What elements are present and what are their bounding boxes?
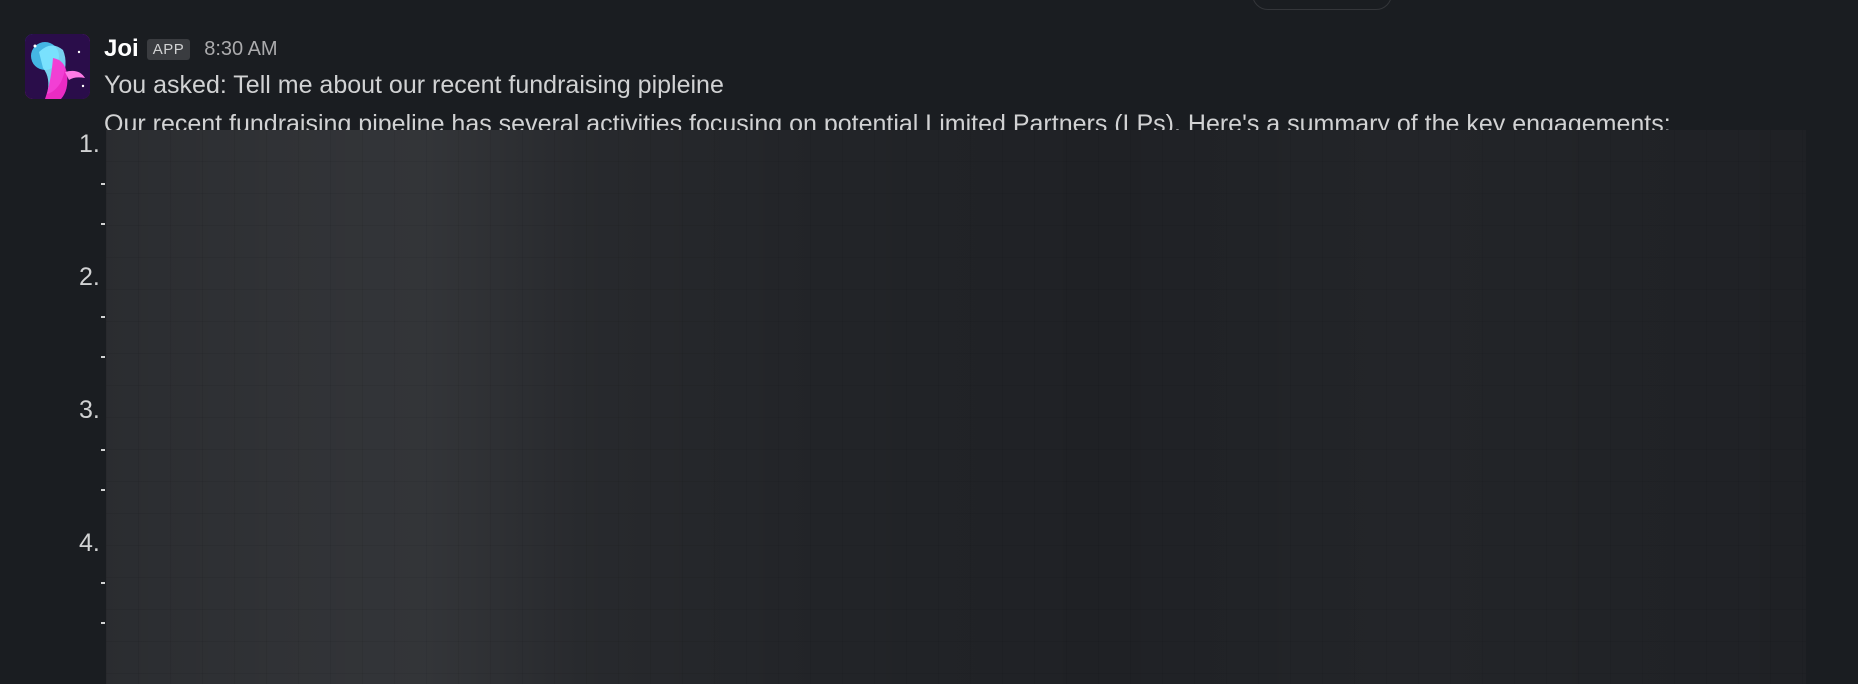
bullet-dash bbox=[101, 356, 105, 358]
bullet-dash bbox=[101, 449, 105, 451]
bullet-dash bbox=[101, 316, 105, 318]
bullet-dash bbox=[101, 223, 105, 225]
list-item: 2. bbox=[79, 263, 1779, 396]
avatar-image bbox=[25, 34, 90, 99]
message-header: Joi APP 8:30 AM bbox=[104, 34, 278, 64]
date-divider-pill[interactable] bbox=[1252, 0, 1392, 10]
list-number: 2. bbox=[79, 263, 100, 291]
list-number: 4. bbox=[79, 529, 100, 557]
engagement-list: 1. 2. 3. 4. bbox=[79, 130, 1779, 684]
list-number: 3. bbox=[79, 396, 100, 424]
app-badge: APP bbox=[146, 38, 191, 60]
bullet-dash bbox=[101, 622, 105, 624]
list-item: 3. bbox=[79, 396, 1779, 529]
list-item: 4. bbox=[79, 529, 1779, 662]
bullet-dash bbox=[101, 582, 105, 584]
message-timestamp[interactable]: 8:30 AM bbox=[204, 38, 277, 61]
author-name[interactable]: Joi bbox=[104, 35, 139, 63]
asked-text: You asked: Tell me about our recent fund… bbox=[104, 71, 724, 99]
joi-avatar[interactable] bbox=[25, 34, 90, 99]
bullet-dash bbox=[101, 489, 105, 491]
list-number: 1. bbox=[79, 130, 100, 158]
list-item: 1. bbox=[79, 130, 1779, 263]
slack-message-view: Joi APP 8:30 AM You asked: Tell me about… bbox=[0, 0, 1858, 684]
bullet-dash bbox=[101, 183, 105, 185]
